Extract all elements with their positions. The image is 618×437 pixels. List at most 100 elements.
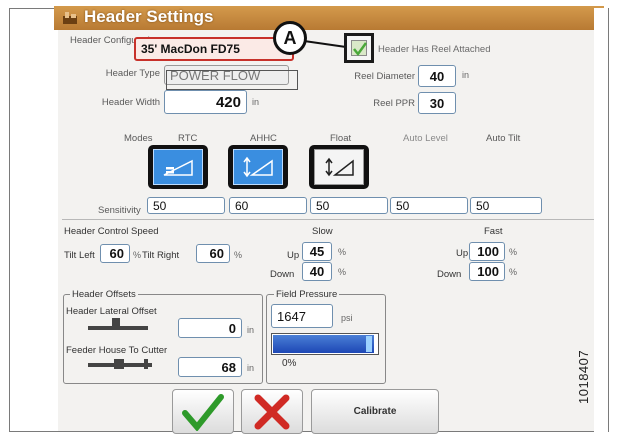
- cancel-button[interactable]: [241, 389, 303, 434]
- sensitivity-field-float[interactable]: 50: [310, 197, 388, 214]
- field-pressure-bar-indicator: [366, 336, 372, 352]
- header-type-label: Header Type: [105, 68, 160, 79]
- mode-label-float: Float: [330, 133, 352, 144]
- reel-diameter-value: 40: [429, 68, 445, 84]
- feeder-house-value: 68: [221, 359, 236, 375]
- window-title: Header Settings: [84, 7, 214, 26]
- mode-label-auto-level: Auto Level: [403, 133, 448, 144]
- tilt-left-value: 60: [109, 246, 124, 261]
- slow-down-value: 40: [309, 264, 325, 279]
- slow-up-value: 45: [309, 244, 325, 259]
- calibrate-label: Calibrate: [353, 406, 397, 417]
- fast-down-unit: %: [509, 267, 518, 277]
- checkmark-icon: [353, 42, 368, 57]
- rtc-icon: [163, 159, 193, 176]
- rtc-mode-button[interactable]: [148, 145, 208, 189]
- field-pressure-unit: psi: [341, 313, 353, 323]
- sensitivity-label: Sensitivity: [98, 205, 141, 216]
- fast-up-label: Up: [456, 248, 469, 259]
- fast-down-label: Down: [437, 269, 462, 280]
- tilt-right-label: Tilt Right: [142, 250, 180, 261]
- reel-attached-label: Header Has Reel Attached: [378, 44, 491, 55]
- reel-diameter-field[interactable]: 40: [418, 65, 456, 87]
- lateral-offset-field[interactable]: 0: [178, 318, 242, 338]
- field-pressure-bar: [271, 333, 379, 355]
- reel-diameter-unit: in: [462, 70, 470, 80]
- ahhc-icon: [243, 156, 273, 178]
- tilt-left-label: Tilt Left: [64, 250, 95, 261]
- header-settings-icon: [63, 12, 77, 24]
- feeder-house-slider-icon[interactable]: [88, 357, 152, 371]
- header-configuration-label: Header Configuration: [70, 35, 161, 46]
- float-icon: [325, 157, 354, 177]
- slow-down-field[interactable]: 40: [302, 262, 332, 281]
- header-width-unit: in: [252, 97, 260, 107]
- figure-number: 1018407: [576, 349, 591, 404]
- fast-down-value: 100: [477, 264, 499, 279]
- reel-attached-check-inner: [351, 40, 368, 57]
- sensitivity-value-auto-level: 50: [396, 198, 410, 213]
- header-configuration-field[interactable]: 35' MacDon FD75: [134, 37, 294, 61]
- sensitivity-field-ahhc[interactable]: 60: [229, 197, 307, 214]
- lateral-offset-unit: in: [247, 325, 255, 335]
- tilt-left-field[interactable]: 60: [100, 244, 130, 263]
- reel-attached-checkbox[interactable]: [344, 33, 374, 63]
- header-configuration-value: 35' MacDon FD75: [141, 42, 240, 56]
- field-pressure-field: 1647: [271, 304, 333, 328]
- slow-up-field[interactable]: 45: [302, 242, 332, 261]
- header-lateral-offset-label: Header Lateral Offset: [66, 306, 157, 317]
- sensitivity-field-auto-level[interactable]: 50: [390, 197, 468, 214]
- sensitivity-field-auto-tilt[interactable]: 50: [470, 197, 542, 214]
- checkmark-accept-icon: [182, 393, 224, 431]
- field-pressure-value: 1647: [277, 308, 306, 324]
- header-type-dropdown-outline: [166, 70, 298, 90]
- slow-label: Slow: [312, 226, 333, 237]
- sensitivity-value-float: 50: [316, 198, 330, 213]
- tilt-left-unit: %: [133, 250, 142, 260]
- header-width-value: 420: [215, 93, 241, 111]
- field-pressure-bar-fill: [273, 335, 374, 353]
- sensitivity-value-auto-tilt: 50: [476, 198, 490, 213]
- mode-label-rtc: RTC: [178, 133, 198, 144]
- header-control-speed-label: Header Control Speed: [64, 226, 159, 237]
- lateral-offset-value: 0: [228, 320, 236, 336]
- mode-label-auto-tilt: Auto Tilt: [486, 133, 521, 144]
- mode-label-ahhc: AHHC: [250, 133, 277, 144]
- callout-a: A: [273, 21, 307, 55]
- lateral-offset-slider-icon[interactable]: [88, 318, 148, 332]
- accept-button[interactable]: [172, 389, 234, 434]
- fast-label: Fast: [484, 226, 503, 237]
- float-mode-face: [314, 149, 364, 185]
- cancel-x-icon: [254, 394, 290, 429]
- reel-ppr-field[interactable]: 30: [418, 92, 456, 114]
- sensitivity-field-rtc[interactable]: 50: [147, 197, 225, 214]
- fast-down-field[interactable]: 100: [469, 262, 505, 281]
- callout-leader-line: [304, 40, 347, 48]
- callout-letter: A: [283, 27, 297, 48]
- feeder-house-to-cutter-label: Feeder House To Cutter: [66, 345, 168, 356]
- field-pressure-percent: 0%: [282, 358, 297, 369]
- float-mode-button[interactable]: [309, 145, 369, 189]
- ahhc-mode-button[interactable]: [228, 145, 288, 189]
- header-offsets-title: Header Offsets: [70, 289, 138, 300]
- ahhc-mode-face: [233, 149, 283, 185]
- feeder-house-field[interactable]: 68: [178, 357, 242, 377]
- fast-up-unit: %: [509, 247, 518, 257]
- fast-up-value: 100: [477, 244, 499, 259]
- reel-diameter-label: Reel Diameter: [354, 71, 415, 82]
- fast-up-field[interactable]: 100: [469, 242, 505, 261]
- rtc-mode-face: [153, 149, 203, 185]
- display-bezel-left: [10, 9, 58, 431]
- feeder-house-unit: in: [247, 363, 255, 373]
- divider: [62, 219, 602, 220]
- modes-label: Modes: [124, 133, 153, 144]
- slow-down-unit: %: [338, 267, 347, 277]
- tilt-right-field[interactable]: 60: [196, 244, 230, 263]
- sensitivity-value-ahhc: 60: [235, 198, 249, 213]
- reel-ppr-value: 30: [429, 95, 445, 111]
- header-width-field[interactable]: 420: [164, 90, 247, 114]
- slow-up-label: Up: [287, 250, 300, 261]
- calibrate-button[interactable]: Calibrate: [311, 389, 439, 434]
- display-bezel-right: [594, 8, 608, 432]
- field-pressure-title: Field Pressure: [274, 289, 340, 300]
